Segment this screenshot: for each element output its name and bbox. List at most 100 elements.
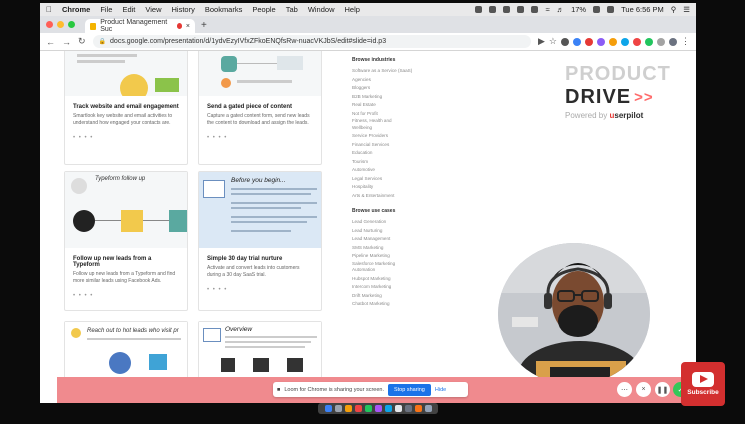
record-icon[interactable] <box>475 6 483 13</box>
profile-avatar[interactable] <box>669 37 677 46</box>
usecase-link[interactable]: Lead Management <box>352 235 472 244</box>
extension-icon-2[interactable] <box>573 37 581 46</box>
dock-app-icon-8[interactable] <box>394 405 402 412</box>
usecase-link[interactable]: Pipeline Marketing <box>352 252 472 261</box>
minimize-window-button[interactable] <box>57 21 64 28</box>
maximize-window-button[interactable] <box>68 21 75 28</box>
industry-link[interactable]: Legal Services <box>352 175 472 184</box>
more-options-icon[interactable]: ⋯ <box>617 382 632 397</box>
menu-window[interactable]: Window <box>308 5 335 14</box>
cast-icon[interactable]: ▶ <box>538 36 545 47</box>
card-track-engagement[interactable]: Track website and email engagement Smart… <box>64 51 188 165</box>
industry-link[interactable]: Education <box>352 149 472 158</box>
card-trial-nurture[interactable]: Before you begin... Simple 30 day trial … <box>198 171 322 311</box>
usecase-link[interactable]: Salesforce Marketing Automation <box>352 261 414 275</box>
user-icon[interactable] <box>607 6 615 13</box>
menu-people[interactable]: People <box>252 5 275 14</box>
menu-tab[interactable]: Tab <box>286 5 298 14</box>
menu-list-icon[interactable]: ☰ <box>683 5 690 14</box>
industry-link[interactable]: Service Providers <box>352 132 472 141</box>
address-bar[interactable]: 🔒 docs.google.com/presentation/d/1ydvEzy… <box>92 35 531 48</box>
camera-icon[interactable] <box>489 6 497 13</box>
usecase-link[interactable]: Intercom Marketing <box>352 283 472 292</box>
youtube-subscribe-watermark[interactable]: Subscribe <box>681 362 725 406</box>
bluetooth-icon[interactable] <box>531 6 539 13</box>
trash-icon[interactable] <box>424 405 432 412</box>
airplay-icon[interactable] <box>517 6 525 13</box>
hide-button[interactable]: Hide <box>435 387 446 393</box>
close-tab-icon[interactable]: × <box>186 23 190 30</box>
extension-icon-4[interactable] <box>597 37 605 46</box>
dock-app-icon-4[interactable] <box>354 405 362 412</box>
extension-icon-3[interactable] <box>585 37 593 46</box>
star-icon[interactable]: ☆ <box>549 36 557 47</box>
close-window-button[interactable] <box>46 21 53 28</box>
usecase-link[interactable]: Hubspot Marketing <box>352 275 472 284</box>
wifi-icon[interactable]: ≈ <box>545 5 549 14</box>
dock-app-icon-5[interactable] <box>364 405 372 412</box>
menu-bookmarks[interactable]: Bookmarks <box>205 5 243 14</box>
industry-link[interactable]: Software as a Service (SaaS) <box>352 67 472 76</box>
cancel-recording-icon[interactable]: × <box>636 382 651 397</box>
menu-view[interactable]: View <box>145 5 161 14</box>
battery-icon[interactable] <box>593 6 601 13</box>
presenter-avatar <box>498 243 650 385</box>
card-gated-content[interactable]: Send a gated piece of content Capture a … <box>198 51 322 165</box>
menu-history[interactable]: History <box>172 5 195 14</box>
webcam-bubble[interactable] <box>498 243 650 385</box>
usecase-link[interactable]: SMS Marketing <box>352 244 472 253</box>
stop-sharing-button[interactable]: Stop sharing <box>387 383 431 396</box>
industry-link[interactable]: Bloggers <box>352 84 472 93</box>
industry-link[interactable]: B2B Marketing <box>352 93 472 102</box>
menu-edit[interactable]: Edit <box>122 5 135 14</box>
industries-header: Browse industries <box>352 57 396 63</box>
extension-icon-9[interactable] <box>657 37 665 46</box>
industry-link[interactable]: Arts & Entertainment <box>352 192 472 201</box>
reload-icon[interactable]: ↻ <box>78 36 86 47</box>
industry-link[interactable]: Tourism <box>352 158 472 167</box>
finder-icon[interactable] <box>324 405 332 412</box>
lock-icon[interactable]: 🔒 <box>99 38 106 45</box>
industry-link[interactable]: Hospitality <box>352 183 472 192</box>
extension-icon-8[interactable] <box>645 37 653 46</box>
usecase-link[interactable]: Lead Nurturing <box>352 227 472 236</box>
chrome-menu-icon[interactable]: ⋮ <box>681 36 690 47</box>
dock-app-icon-9[interactable] <box>404 405 412 412</box>
new-tab-button[interactable]: + <box>201 20 207 31</box>
usecase-link[interactable]: Drift Marketing <box>352 292 472 301</box>
usecase-link[interactable]: Lead Generation <box>352 218 472 227</box>
chrome-dock-icon[interactable] <box>344 405 352 412</box>
cloud-icon[interactable] <box>503 6 511 13</box>
url-text[interactable]: docs.google.com/presentation/d/1ydvEzyIV… <box>110 38 386 45</box>
card-typeform-follow-up[interactable]: Typeform follow up Follow up new leads f… <box>64 171 188 311</box>
menu-help[interactable]: Help <box>345 5 360 14</box>
battery-percent[interactable]: 17% <box>571 5 586 14</box>
industry-link[interactable]: Financial Services <box>352 141 472 150</box>
industry-link[interactable]: Fitness, Health and Wellbeing <box>352 118 402 132</box>
back-icon[interactable]: ← <box>46 37 55 47</box>
clock[interactable]: Tue 6:56 PM <box>621 5 664 14</box>
industry-link[interactable]: Automotive <box>352 166 472 175</box>
industry-link[interactable]: Not for Profit <box>352 110 472 119</box>
dock-app-icon-7[interactable] <box>384 405 392 412</box>
pause-icon[interactable]: ❚❚ <box>655 382 670 397</box>
search-icon[interactable]: ⚲ <box>671 5 677 14</box>
extension-icon-5[interactable] <box>609 37 617 46</box>
extension-icon-7[interactable] <box>633 37 641 46</box>
dock-app-icon-6[interactable] <box>374 405 382 412</box>
industry-link[interactable]: Real Estate <box>352 101 472 110</box>
dock-app-icon-10[interactable] <box>414 405 422 412</box>
usecase-link[interactable]: Chatbot Marketing <box>352 300 472 309</box>
extension-icon-1[interactable] <box>561 37 569 46</box>
apple-icon[interactable]:  <box>46 5 52 14</box>
extension-icon-6[interactable] <box>621 37 629 46</box>
menu-file[interactable]: File <box>100 5 112 14</box>
launchpad-icon[interactable] <box>334 405 342 412</box>
mac-dock <box>318 403 438 414</box>
volume-icon[interactable]: ♬ <box>557 5 565 14</box>
extensions: ▶ ☆ ⋮ <box>538 36 690 47</box>
forward-icon[interactable]: → <box>62 37 71 47</box>
menu-app-name[interactable]: Chrome <box>62 5 90 14</box>
industry-link[interactable]: Agencies <box>352 76 472 85</box>
tab-product-management[interactable]: Product Management Suc × <box>85 19 195 33</box>
